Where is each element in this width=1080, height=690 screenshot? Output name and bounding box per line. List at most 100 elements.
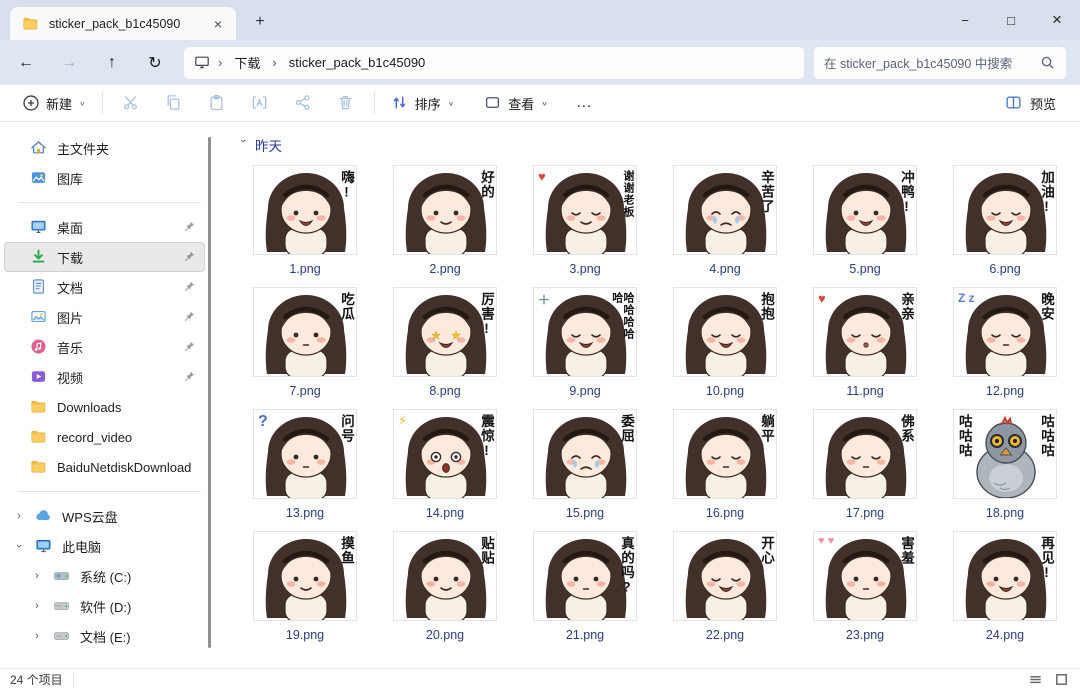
delete-button[interactable]	[326, 89, 366, 117]
sidebar-item-label: 文档	[57, 280, 84, 296]
rename-button[interactable]	[240, 89, 280, 117]
file-item[interactable]: 委屈 15.png	[515, 409, 655, 531]
file-name: 18.png	[985, 506, 1025, 520]
pin-icon	[183, 340, 197, 354]
file-item[interactable]: 躺平 16.png	[655, 409, 795, 531]
sticker-caption: 亲亲	[899, 292, 914, 321]
paste-button[interactable]	[197, 89, 237, 117]
back-button[interactable]: ←	[9, 48, 43, 78]
sidebar-item-videos[interactable]: 视频	[4, 362, 205, 392]
sidebar-item-folder[interactable]: Downloads	[4, 392, 205, 422]
close-button[interactable]: ×	[1034, 0, 1080, 40]
file-item[interactable]: 抱抱 10.png	[655, 287, 795, 409]
file-name: 15.png	[565, 506, 605, 520]
minimize-button[interactable]: −	[942, 0, 988, 40]
share-icon	[294, 94, 312, 112]
file-item[interactable]: 摸鱼 19.png	[235, 531, 375, 653]
file-item[interactable]: 吃瓜 7.png	[235, 287, 375, 409]
expander-chevron-icon[interactable]: ›	[13, 539, 25, 553]
list-view-icon[interactable]	[1028, 672, 1044, 688]
file-item[interactable]: 好的 2.png	[375, 165, 515, 287]
sidebar-item-label: BaiduNetdiskDownload	[57, 459, 192, 475]
file-item[interactable]: 佛系 17.png	[795, 409, 935, 531]
file-item[interactable]: 问号? 13.png	[235, 409, 375, 531]
file-item[interactable]: 咕咕咕 咕咕咕 18.png	[935, 409, 1075, 531]
thumbnail-view-icon[interactable]	[1054, 672, 1070, 688]
tab-close-icon[interactable]: ×	[208, 14, 228, 34]
pin-icon	[183, 250, 197, 264]
drive-icon	[53, 597, 71, 615]
sidebar-item-cloud[interactable]: › WPS云盘	[4, 501, 205, 531]
file-item[interactable]: 震惊! ⚡ 14.png	[375, 409, 515, 531]
sticker-caption: 辛苦了	[759, 170, 774, 214]
new-tab-button[interactable]: +	[248, 11, 272, 35]
hearts-decoration: ♥ ♥	[818, 535, 835, 547]
file-item[interactable]: 真的吗? 21.png	[515, 531, 655, 653]
folder-icon	[30, 458, 48, 476]
maximize-button[interactable]: □	[988, 0, 1034, 40]
view-label: 查看	[508, 96, 535, 112]
sort-button[interactable]: 排序 ∨	[383, 89, 463, 118]
breadcrumb-item-current[interactable]: sticker_pack_b1c45090	[283, 52, 432, 73]
sticker-caption: 问号	[339, 414, 354, 443]
explorer-tab[interactable]: sticker_pack_b1c45090 ×	[10, 7, 236, 40]
folder-icon	[30, 398, 48, 416]
file-item[interactable]: 再见! 24.png	[935, 531, 1075, 653]
file-item[interactable]: 加油! 6.png	[935, 165, 1075, 287]
file-name: 21.png	[565, 628, 605, 642]
file-item[interactable]: 晚安 Z z 12.png	[935, 287, 1075, 409]
expander-chevron-icon[interactable]: ›	[30, 600, 44, 612]
breadcrumb[interactable]: › 下载 › sticker_pack_b1c45090	[184, 46, 804, 79]
preview-label[interactable]: 预览	[1030, 94, 1056, 113]
refresh-button[interactable]: ↻	[138, 48, 172, 78]
sidebar-item-pictures[interactable]: 图片	[4, 302, 205, 332]
file-item[interactable]: 谢谢老板 ♥ 3.png	[515, 165, 655, 287]
sidebar-item-downloads[interactable]: 下载	[4, 242, 205, 272]
file-item[interactable]: ★ ★ 厉害! 8.png	[375, 287, 515, 409]
file-name: 16.png	[705, 506, 745, 520]
sidebar-item-drive[interactable]: › 文档 (E:)	[4, 621, 205, 651]
file-item[interactable]: 亲亲 ♥ 11.png	[795, 287, 935, 409]
file-item[interactable]: 哈哈哈哈哈 ＋ 9.png	[515, 287, 655, 409]
file-item[interactable]: 害羞 ♥ ♥ 23.png	[795, 531, 935, 653]
file-item[interactable]: 贴贴 20.png	[375, 531, 515, 653]
file-item[interactable]: 辛苦了 4.png	[655, 165, 795, 287]
sidebar-item-desktop[interactable]: 桌面	[4, 212, 205, 242]
search-input[interactable]: 在 sticker_pack_b1c45090 中搜索	[814, 46, 1066, 79]
drive-c-icon	[53, 567, 71, 585]
sidebar-item-gallery[interactable]: 图库	[4, 163, 205, 193]
sticker-thumbnail: 冲鸭!	[813, 165, 917, 255]
sidebar-item-folder[interactable]: record_video	[4, 422, 205, 452]
sidebar-item-drive-c[interactable]: › 系统 (C:)	[4, 561, 205, 591]
view-button[interactable]: 查看 ∨	[476, 89, 556, 118]
expander-chevron-icon[interactable]: ›	[12, 510, 26, 522]
file-item[interactable]: 冲鸭! 5.png	[795, 165, 935, 287]
sidebar-scrollbar[interactable]	[208, 137, 211, 648]
file-item[interactable]: 嗨! 1.png	[235, 165, 375, 287]
expander-chevron-icon[interactable]: ›	[30, 570, 44, 582]
window-controls: − □ ×	[942, 0, 1080, 40]
sidebar-item-folder[interactable]: BaiduNetdiskDownload	[4, 452, 205, 482]
up-button[interactable]: ↑	[95, 48, 129, 78]
group-header[interactable]: › 昨天	[237, 135, 1080, 155]
breadcrumb-item-downloads[interactable]: 下载	[228, 50, 266, 75]
more-options-button[interactable]: …	[566, 94, 603, 112]
expander-chevron-icon[interactable]: ›	[30, 630, 44, 642]
sidebar-item-label: 视频	[57, 370, 84, 386]
share-button[interactable]	[283, 89, 323, 117]
lightning-decoration: ⚡	[398, 413, 408, 428]
sidebar-item-music[interactable]: 音乐	[4, 332, 205, 362]
file-item[interactable]: 开心 22.png	[655, 531, 795, 653]
new-button[interactable]: 新建 ∨	[14, 89, 94, 118]
sidebar-item-computer[interactable]: › 此电脑	[4, 531, 205, 561]
forward-button[interactable]: →	[52, 48, 86, 78]
cut-button[interactable]	[111, 89, 151, 117]
chevron-collapse-icon[interactable]: ›	[237, 139, 249, 151]
sidebar-item-home[interactable]: 主文件夹	[4, 133, 205, 163]
sidebar-item-documents[interactable]: 文档	[4, 272, 205, 302]
sparkle-decoration: ＋	[538, 293, 551, 307]
heart-decoration: ♥	[818, 291, 826, 306]
copy-button[interactable]	[154, 89, 194, 117]
sidebar-item-drive[interactable]: › 软件 (D:)	[4, 591, 205, 621]
file-name: 9.png	[569, 384, 601, 398]
